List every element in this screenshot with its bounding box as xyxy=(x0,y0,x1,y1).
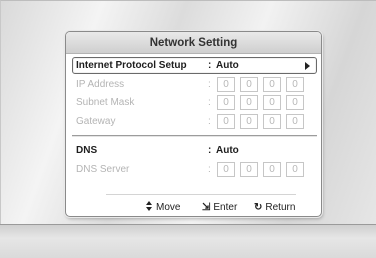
enter-icon: ⇲ xyxy=(202,202,211,213)
ip-octet-3: 0 xyxy=(263,77,281,92)
gateway-octet-3: 0 xyxy=(263,114,281,129)
up-down-arrows-icon xyxy=(146,201,153,211)
dns-octet-3: 0 xyxy=(263,162,281,177)
dns-octet-2: 0 xyxy=(240,162,258,177)
subnet-mask-label: Subnet Mask xyxy=(76,97,135,108)
dns-label: DNS xyxy=(76,145,98,156)
internet-protocol-setup-row[interactable]: Internet Protocol Setup : Auto xyxy=(72,57,317,74)
dns-octet-4: 0 xyxy=(286,162,304,177)
ip-address-label: IP Address xyxy=(76,79,125,90)
section-divider xyxy=(72,135,317,137)
colon: : xyxy=(208,116,211,127)
enter-hint[interactable]: ⇲ Enter xyxy=(202,200,237,216)
bottom-band xyxy=(0,224,376,258)
ip-octet-4: 0 xyxy=(286,77,304,92)
internet-protocol-setup-label: Internet Protocol Setup xyxy=(76,60,187,71)
colon: : xyxy=(208,145,212,156)
subnet-mask-row: Subnet Mask : 0 0 0 0 xyxy=(72,94,317,111)
colon: : xyxy=(208,164,211,175)
subnet-octet-4: 0 xyxy=(286,95,304,110)
dns-server-label: DNS Server xyxy=(76,164,130,175)
gateway-label: Gateway xyxy=(76,116,116,127)
colon: : xyxy=(208,97,211,108)
dns-server-row: DNS Server : 0 0 0 0 xyxy=(72,161,317,178)
dialog-title: Network Setting xyxy=(66,32,321,54)
network-setting-dialog: Network Setting Internet Protocol Setup … xyxy=(65,31,322,217)
footer-divider xyxy=(106,194,296,195)
internet-protocol-setup-value: Auto xyxy=(216,60,239,71)
dns-value: Auto xyxy=(216,145,239,156)
gateway-octet-4: 0 xyxy=(286,114,304,129)
subnet-octet-2: 0 xyxy=(240,95,258,110)
return-label: Return xyxy=(265,202,296,213)
gateway-row: Gateway : 0 0 0 0 xyxy=(72,113,317,130)
gateway-octet-2: 0 xyxy=(240,114,258,129)
gateway-octet-1: 0 xyxy=(217,114,235,129)
dns-row[interactable]: DNS : Auto xyxy=(72,142,317,159)
move-label: Move xyxy=(156,202,181,213)
right-triangle-icon xyxy=(305,62,310,70)
dns-octet-1: 0 xyxy=(217,162,235,177)
button-hints: Move ⇲ Enter ↻ Return xyxy=(66,200,321,216)
ip-octet-1: 0 xyxy=(217,77,235,92)
return-icon: ↻ xyxy=(254,202,263,213)
subnet-octet-3: 0 xyxy=(263,95,281,110)
enter-label: Enter xyxy=(213,202,238,213)
subnet-octet-1: 0 xyxy=(217,95,235,110)
colon: : xyxy=(208,79,211,90)
ip-octet-2: 0 xyxy=(240,77,258,92)
move-hint: Move xyxy=(146,200,180,216)
colon: : xyxy=(208,60,212,71)
ip-address-row: IP Address : 0 0 0 0 xyxy=(72,76,317,93)
return-hint[interactable]: ↻ Return xyxy=(254,200,295,216)
